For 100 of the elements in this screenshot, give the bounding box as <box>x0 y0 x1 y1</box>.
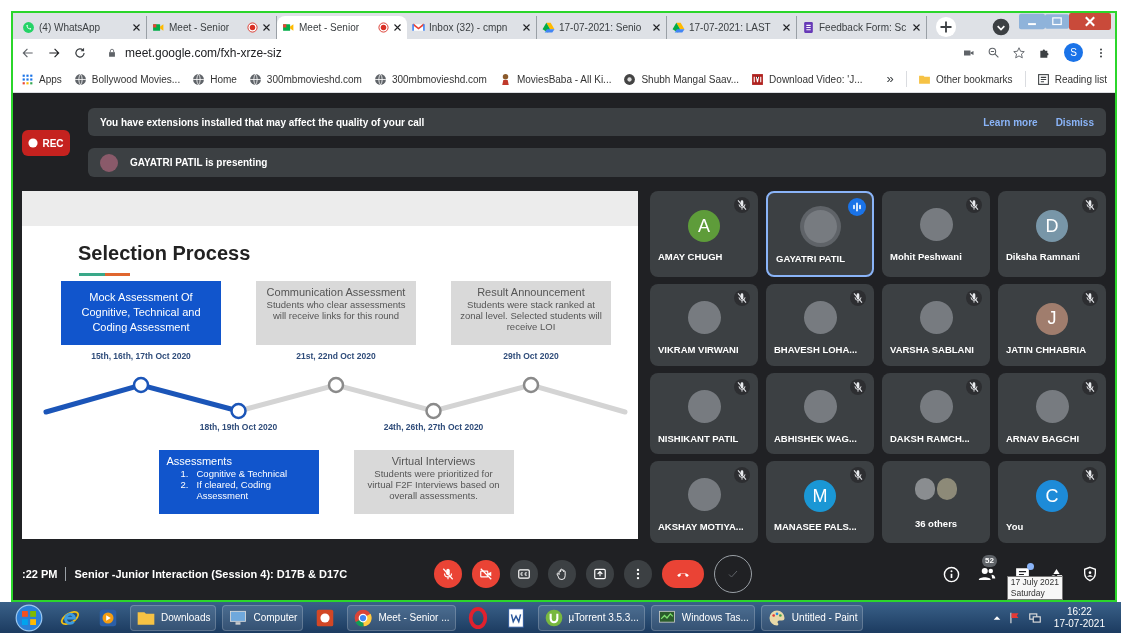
participant-count-badge: 52 <box>982 555 997 567</box>
participant-name: 36 others <box>913 517 959 532</box>
stage-date: 29th Oct 2020 <box>502 351 560 362</box>
mic-off-button[interactable] <box>434 560 463 588</box>
mic-off-icon <box>441 567 456 581</box>
taskbar-button[interactable]: µTorrent 3.5.3... <box>537 604 645 631</box>
network-icon[interactable] <box>1027 610 1042 625</box>
shield-icon[interactable] <box>1082 566 1098 582</box>
close-icon[interactable] <box>522 23 531 32</box>
taskbar-clock[interactable]: 16:22 17-07-2021 <box>1047 605 1111 630</box>
stage-date: 21st, 22nd Oct 2020 <box>295 351 377 362</box>
ball-icon <box>623 72 637 86</box>
avatar-initial: C <box>1036 480 1068 513</box>
participant-name: DAKSH RAMCH... <box>889 431 971 446</box>
avatar-photo <box>919 208 953 241</box>
bookmark[interactable]: 300mbmovieshd.com <box>248 71 362 87</box>
bookmark[interactable]: Reading list <box>1036 71 1107 87</box>
avatar-photo <box>937 478 957 501</box>
tab-search-icon[interactable] <box>991 17 1011 37</box>
triangle-icon <box>542 21 555 34</box>
close-icon[interactable] <box>262 23 271 32</box>
bookmark[interactable]: Apps <box>21 71 62 87</box>
taskbar-button[interactable]: Meet - Senior ... <box>347 604 456 631</box>
raise-hand-button[interactable] <box>548 560 577 588</box>
accent-bar <box>79 273 130 276</box>
bookmark[interactable]: Other bookmarks <box>917 71 1013 87</box>
close-icon[interactable] <box>393 23 402 32</box>
people-icon[interactable] <box>978 565 996 583</box>
taskbar-button[interactable]: Downloads <box>130 604 217 631</box>
list-item-text: If cleared, Coding Assessment <box>196 479 272 501</box>
avatar-photo <box>687 300 721 334</box>
star-icon[interactable] <box>1012 45 1026 60</box>
avatar-initial: D <box>1036 210 1068 242</box>
stage-date: 18th, 19th Oct 2020 <box>198 422 279 433</box>
close-icon[interactable] <box>652 23 661 32</box>
participant-name: AKSHAY MOTIYA... <box>657 520 745 535</box>
stage-title: Assessments <box>166 455 233 468</box>
url-field[interactable]: meet.google.com/fxh-xrze-siz <box>99 41 951 64</box>
new-tab-icon[interactable] <box>935 16 957 38</box>
participant-name: NISHIKANT PATIL <box>657 431 740 446</box>
bookmark[interactable]: Download Video: 'J... <box>751 71 863 87</box>
envelope-icon <box>412 21 425 34</box>
info-icon[interactable] <box>943 565 960 583</box>
captions-icon <box>517 567 532 581</box>
video-camera-icon <box>152 21 165 34</box>
stage-title: Communication Assessment <box>265 286 407 299</box>
avatar-initial: M <box>804 480 836 513</box>
globe-icon <box>192 72 206 86</box>
taskbar-button[interactable]: Computer <box>222 604 304 631</box>
present-button[interactable] <box>586 560 615 588</box>
close-icon[interactable] <box>912 23 921 32</box>
bookmark[interactable]: Home <box>192 71 237 87</box>
close-icon[interactable] <box>782 23 791 32</box>
chrome-icon <box>353 607 374 628</box>
participant-name: MANASEE PALS... <box>773 520 858 535</box>
participant-name: VIKRAM VIRWANI <box>657 342 740 357</box>
participant-name: AMAY CHUGH <box>657 250 724 264</box>
bookmarks-overflow-button[interactable]: » <box>886 69 894 89</box>
stage-date: 24th, 26th, 27th Oct 2020 <box>382 422 485 433</box>
profile-avatar[interactable]: S <box>1064 43 1083 62</box>
banner-link[interactable]: Dismiss <box>1055 114 1094 130</box>
speaking-indicator-icon <box>848 198 866 216</box>
zoom-icon[interactable] <box>987 46 1000 59</box>
torrent-icon <box>543 607 564 628</box>
taskbar-button[interactable]: Windows Tas... <box>650 604 755 631</box>
bookmark[interactable]: Shubh Mangal Saav... <box>623 71 740 87</box>
stage-description: Students who clear assessments will receive links for this round <box>265 299 407 321</box>
tooltip-text: 17 July 2021 <box>1010 577 1059 588</box>
start-orb-icon[interactable] <box>15 603 43 632</box>
captions-button[interactable] <box>510 560 539 588</box>
tooltip-text: Saturday <box>1010 588 1046 599</box>
banner-link[interactable]: Learn more <box>983 114 1038 130</box>
end-call-button[interactable] <box>662 560 705 588</box>
participant-name: BHAVESH LOHA... <box>773 342 859 357</box>
globe-icon <box>373 72 387 86</box>
list-item-text: Cognitive & Technical <box>196 468 288 479</box>
reading-list-icon <box>1036 72 1050 86</box>
browser-tab[interactable]: Meet - Senior <box>277 16 407 39</box>
bookmark[interactable]: MoviesBaba - All Ki... <box>498 71 612 87</box>
avatar-photo <box>803 300 837 334</box>
reload-icon[interactable] <box>73 45 87 60</box>
stage-title: Result Announcement <box>476 286 586 299</box>
bookmark[interactable]: 300mbmovieshd.com <box>373 71 487 87</box>
stage-description: Students were prioritized for virtual F2F Interviews based on overall assessments. <box>366 468 501 501</box>
participant-name: You <box>1005 520 1025 535</box>
apps-grid-icon <box>21 72 34 86</box>
stage-date: 15th, 16th, 17th Oct 2020 <box>90 351 192 362</box>
video-camera-icon <box>282 21 295 34</box>
record-dot-icon <box>28 138 39 148</box>
camera-off-button[interactable] <box>472 560 501 588</box>
participant-name: ABHISHEK WAG... <box>773 431 858 446</box>
avatar-initial: A <box>688 210 720 242</box>
avatar-photo <box>687 389 721 423</box>
checkmark-icon <box>727 568 740 580</box>
participant-name: VARSHA SABLANI <box>889 342 975 357</box>
form-icon <box>802 21 815 34</box>
participant-name: ARNAV BAGCHI <box>1005 431 1081 446</box>
close-icon[interactable] <box>132 23 141 32</box>
taskbar-button[interactable]: Untitled - Paint <box>760 604 864 631</box>
bookmark[interactable]: Bollywood Movies... <box>73 71 181 87</box>
